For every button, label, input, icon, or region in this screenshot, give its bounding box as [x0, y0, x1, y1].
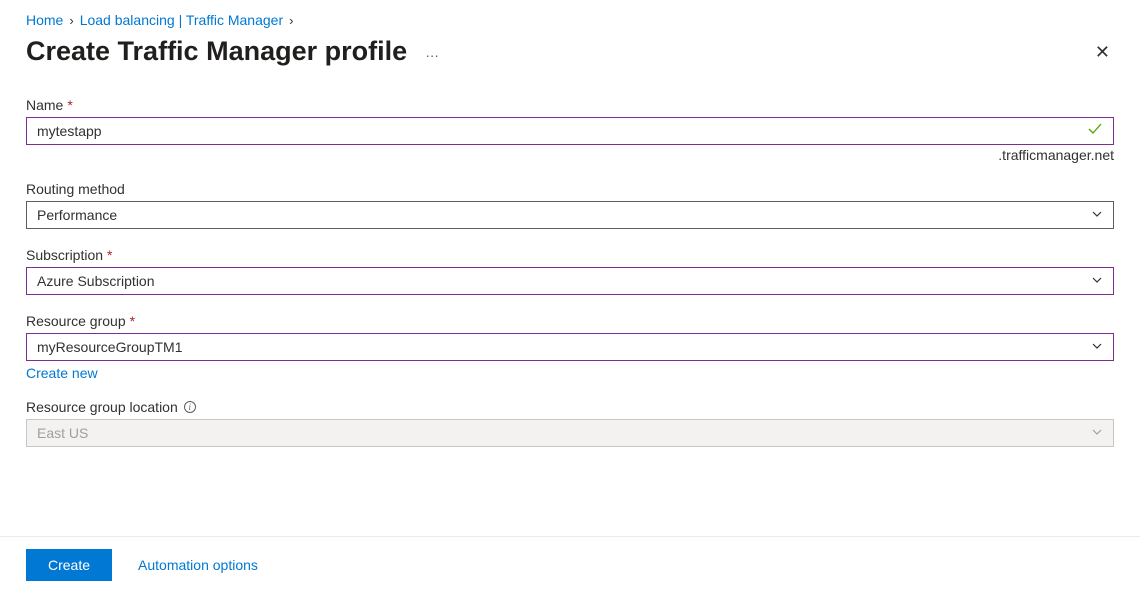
chevron-right-icon: ›: [289, 13, 293, 28]
page-title: Create Traffic Manager profile: [26, 36, 407, 67]
resource-group-label: Resource group*: [26, 313, 1114, 329]
automation-options-link[interactable]: Automation options: [138, 557, 258, 573]
required-asterisk-icon: *: [67, 97, 72, 113]
title-row: Create Traffic Manager profile … ✕: [26, 36, 1114, 67]
name-input[interactable]: [37, 123, 1081, 139]
name-suffix: .trafficmanager.net: [26, 147, 1114, 163]
rg-location-select: East US: [26, 419, 1114, 447]
breadcrumb: Home › Load balancing | Traffic Manager …: [26, 12, 1114, 28]
routing-method-label: Routing method: [26, 181, 1114, 197]
required-asterisk-icon: *: [130, 313, 135, 329]
more-actions-icon[interactable]: …: [425, 44, 441, 60]
chevron-down-icon: [1091, 425, 1103, 441]
checkmark-icon: [1087, 121, 1103, 142]
breadcrumb-load-balancing[interactable]: Load balancing | Traffic Manager: [80, 12, 283, 28]
routing-method-value: Performance: [37, 207, 117, 223]
rg-location-value: East US: [37, 425, 88, 441]
breadcrumb-home[interactable]: Home: [26, 12, 63, 28]
required-asterisk-icon: *: [107, 247, 112, 263]
routing-method-select[interactable]: Performance: [26, 201, 1114, 229]
footer: Create Automation options: [0, 536, 1140, 592]
field-routing-method: Routing method Performance: [26, 181, 1114, 229]
close-icon[interactable]: ✕: [1091, 39, 1114, 65]
name-label: Name*: [26, 97, 1114, 113]
subscription-select[interactable]: Azure Subscription: [26, 267, 1114, 295]
create-new-resource-group-link[interactable]: Create new: [26, 365, 98, 381]
field-rg-location: Resource group location i East US: [26, 399, 1114, 447]
chevron-down-icon: [1091, 207, 1103, 223]
field-name: Name* .trafficmanager.net: [26, 97, 1114, 163]
resource-group-value: myResourceGroupTM1: [37, 339, 183, 355]
rg-location-label: Resource group location i: [26, 399, 1114, 415]
subscription-label: Subscription*: [26, 247, 1114, 263]
chevron-down-icon: [1091, 273, 1103, 289]
field-subscription: Subscription* Azure Subscription: [26, 247, 1114, 295]
name-input-wrapper: [26, 117, 1114, 145]
chevron-down-icon: [1091, 339, 1103, 355]
chevron-right-icon: ›: [69, 13, 73, 28]
info-icon[interactable]: i: [184, 401, 196, 413]
field-resource-group: Resource group* myResourceGroupTM1 Creat…: [26, 313, 1114, 381]
subscription-value: Azure Subscription: [37, 273, 155, 289]
resource-group-select[interactable]: myResourceGroupTM1: [26, 333, 1114, 361]
create-button[interactable]: Create: [26, 549, 112, 581]
